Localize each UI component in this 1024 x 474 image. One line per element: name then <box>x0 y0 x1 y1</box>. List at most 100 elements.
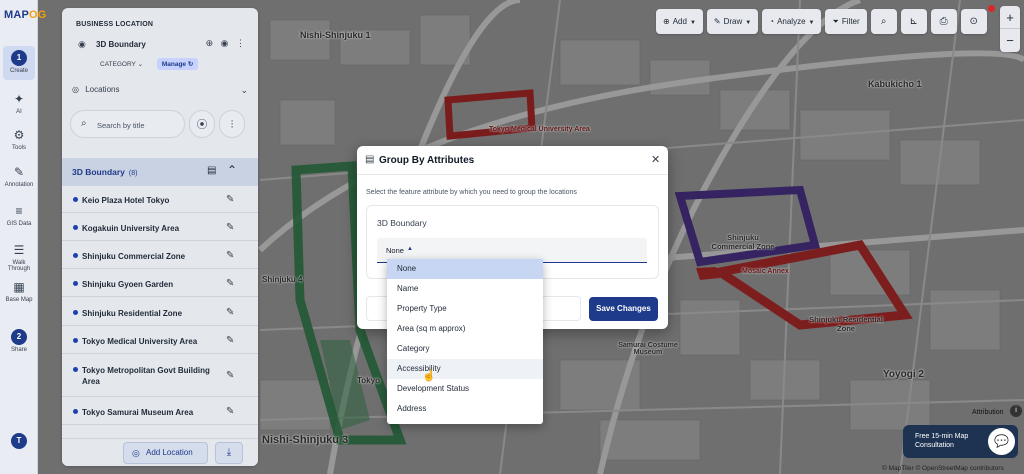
chat-icon: 💬 <box>994 434 1009 448</box>
step-1-badge: 1 <box>11 50 27 66</box>
locations-toggle[interactable]: ◎ Locations ⌄ <box>72 85 250 95</box>
print-button[interactable]: ⎙ <box>930 9 957 34</box>
download-button[interactable]: ⤓ <box>215 442 243 464</box>
info-icon[interactable]: i <box>1010 405 1022 417</box>
list-item-label: Shinjuku Commercial Zone <box>82 252 186 261</box>
category-dropdown[interactable]: CATEGORY ⌄ <box>100 61 143 68</box>
option-category[interactable]: Category <box>387 339 543 359</box>
rail-item-create[interactable]: 1 Create <box>3 46 35 80</box>
close-icon[interactable]: ✕ <box>651 153 660 166</box>
rail-item-ai[interactable]: ✦ AI <box>3 92 35 115</box>
edit-icon[interactable]: ✎ <box>226 307 234 318</box>
manage-button[interactable]: Manage ↻ <box>156 58 199 70</box>
step-2-badge: 2 <box>11 329 27 345</box>
draw-button[interactable]: ✎ Draw ▼ <box>706 9 759 34</box>
side-panel: BUSINESS LOCATION ◉ 3D Boundary ⊕ ◉ ⋮ CA… <box>62 8 258 466</box>
item-dot <box>73 310 78 315</box>
rail-item-annotation[interactable]: ✎ Annotation <box>3 165 35 188</box>
edit-icon[interactable]: ✎ <box>226 222 234 233</box>
filter-icon: ⏷ <box>832 17 839 26</box>
zoom-in-button[interactable]: + <box>1000 6 1020 29</box>
measure-button[interactable]: ⊾ <box>900 9 927 34</box>
chevron-up-icon[interactable]: ⌃ <box>227 163 237 177</box>
option-development-status[interactable]: Development Status <box>387 379 543 399</box>
search-input[interactable]: ⌕ Search by title <box>70 110 185 138</box>
attribution-label[interactable]: Attribution <box>972 409 1004 416</box>
location-icon: ◎ <box>72 85 79 94</box>
list-item[interactable]: Tokyo Samurai Museum Area ✎ <box>62 399 258 425</box>
pencil-icon: ✎ <box>713 17 721 26</box>
more-icon[interactable]: ⋮ <box>236 38 245 48</box>
list-item-label: Tokyo Medical University Area <box>82 337 198 346</box>
list-item[interactable]: Shinjuku Commercial Zone ✎ <box>62 243 258 269</box>
map-credits: © MapTiler © OpenStreetMap contributors <box>882 465 1004 472</box>
list-item[interactable]: Keio Plaza Hotel Tokyo ✎ <box>62 187 258 213</box>
list-item-label: Tokyo Metropolitan Govt Building Area <box>82 366 210 386</box>
list-item-label: Tokyo Samurai Museum Area <box>82 408 194 417</box>
edit-icon[interactable]: ✎ <box>226 278 234 289</box>
table-icon[interactable]: ▤ <box>207 165 216 176</box>
rail-item-tools[interactable]: ⚙ Tools <box>3 128 35 151</box>
visibility-icon[interactable]: ◉ <box>221 38 229 48</box>
list-item[interactable]: Tokyo Medical University Area ✎ <box>62 328 258 354</box>
rail-item-base-map[interactable]: ▦ Base Map <box>3 280 35 303</box>
chevron-down-icon: ⌄ <box>240 85 248 95</box>
option-name[interactable]: Name <box>387 279 543 299</box>
edit-icon[interactable]: ✎ <box>226 335 234 346</box>
caret-up-icon: ▲ <box>407 246 413 252</box>
list-header[interactable]: 3D Boundary (8) ▤ ⌃ <box>62 158 258 186</box>
rail-item-gis-data[interactable]: ≡ GIS Data <box>3 204 35 227</box>
add-button[interactable]: ⊕ Add ▼ <box>656 9 703 34</box>
manage-label: Manage <box>161 61 187 68</box>
rail-item-walk-through[interactable]: ☰ Walk Through <box>3 243 35 272</box>
filter-button[interactable]: ⏷ Filter <box>825 9 867 34</box>
option-none[interactable]: None <box>387 259 543 279</box>
rail-label-create: Create <box>9 68 28 74</box>
option-address[interactable]: Address <box>387 399 543 419</box>
edit-icon[interactable]: ✎ <box>226 194 234 205</box>
zoom-to-icon[interactable]: ⊕ <box>206 38 214 48</box>
print-icon: ⎙ <box>939 16 948 27</box>
zoom-out-button[interactable]: − <box>1000 29 1020 52</box>
item-dot <box>73 197 78 202</box>
list-item[interactable]: Shinjuku Residential Zone ✎ <box>62 300 258 326</box>
group-icon: ▤ <box>365 154 375 165</box>
layer-row[interactable]: ◉ 3D Boundary ⊕ ◉ ⋮ <box>74 38 249 52</box>
hand-cursor-icon: ☝ <box>422 370 436 382</box>
rail-label-walk-through: Walk Through <box>7 260 31 272</box>
list-item[interactable]: Kogakuin University Area ✎ <box>62 215 258 241</box>
rail-item-share[interactable]: 2 Share <box>3 327 35 359</box>
locate-button[interactable]: ⊙ <box>960 9 987 34</box>
option-area[interactable]: Area (sq m approx) <box>387 319 543 339</box>
list-item[interactable]: Shinjuku Gyoen Garden ✎ <box>62 271 258 297</box>
add-pin-button[interactable]: ⦿ <box>189 110 215 138</box>
dialog-header: ▤ Group By Attributes ✕ <box>357 146 668 175</box>
chat-button[interactable]: 💬 <box>986 426 1017 457</box>
list-title: 3D Boundary (8) <box>72 167 137 177</box>
edit-icon[interactable]: ✎ <box>226 406 234 417</box>
edit-icon[interactable]: ✎ <box>226 250 234 261</box>
notification-dot <box>988 5 995 12</box>
add-location-button[interactable]: ◎ Add Location <box>123 442 208 464</box>
list-item[interactable]: Tokyo Metropolitan Govt Building Area ✎ <box>62 357 258 397</box>
top-toolbar: ⊕ Add ▼ ✎ Draw ▼ ◔ Analyze ▼ ⏷ Filter ⌕ ⊾ ⎙ ⊙ <box>656 9 987 34</box>
category-row: CATEGORY ⌄ Manage ↻ <box>100 58 199 70</box>
filter-settings-button[interactable]: ⫶ <box>219 110 245 138</box>
search-button[interactable]: ⌕ <box>870 9 897 34</box>
option-property-type[interactable]: Property Type <box>387 299 543 319</box>
analyze-label: Analyze <box>777 17 806 26</box>
edit-icon[interactable]: ✎ <box>226 370 234 381</box>
rail-label-base-map: Base Map <box>5 297 33 303</box>
search-icon: ⌕ <box>880 16 887 27</box>
analyze-button[interactable]: ◔ Analyze ▼ <box>762 9 822 34</box>
target-icon: ⊙ <box>969 16 978 27</box>
avatar[interactable]: T <box>11 433 27 449</box>
option-accessibility[interactable]: Accessibility <box>387 359 543 379</box>
save-changes-button[interactable]: Save Changes <box>589 297 658 321</box>
item-dot <box>73 367 78 372</box>
caret-down-icon: ▼ <box>745 20 752 26</box>
location-pin-icon: ◉ <box>78 39 86 49</box>
panel-footer: ◎ Add Location ⤓ <box>62 438 258 466</box>
pin-icon: ◎ <box>132 448 140 458</box>
app-logo[interactable]: MAPOG <box>4 9 47 21</box>
